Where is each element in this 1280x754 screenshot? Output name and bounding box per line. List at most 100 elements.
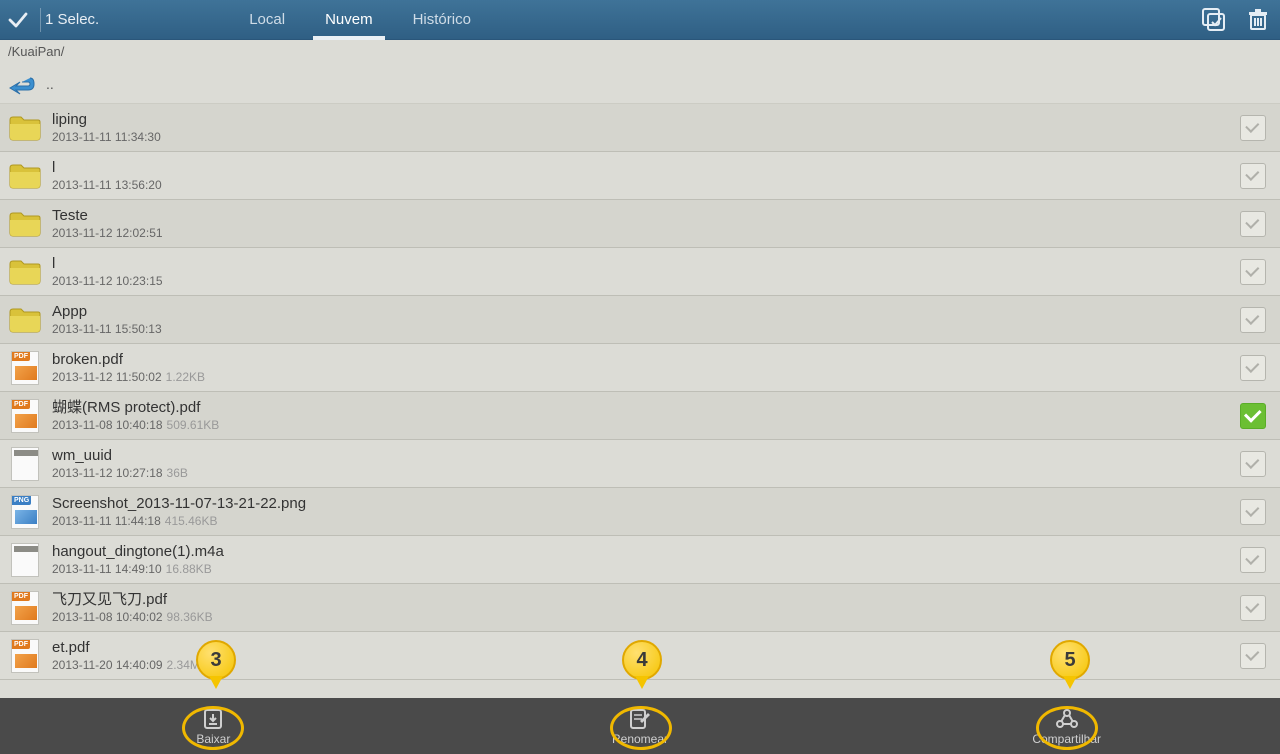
rename-action[interactable]: Renomear	[427, 698, 854, 754]
row-checkbox[interactable]	[1240, 403, 1266, 429]
file-subtitle: 2013-11-12 11:50:021.22KB	[52, 369, 1240, 385]
row-checkbox[interactable]	[1240, 211, 1266, 237]
rename-label: Renomear	[612, 732, 668, 746]
annotation-bubble-3: 3	[196, 640, 236, 680]
file-row[interactable]: PDF broken.pdf 2013-11-12 11:50:021.22KB	[0, 344, 1280, 392]
blank-icon	[8, 447, 42, 481]
delete-button[interactable]	[1242, 4, 1274, 36]
file-date: 2013-11-11 15:50:13	[52, 322, 162, 336]
file-date: 2013-11-11 11:34:30	[52, 130, 161, 144]
up-label: ..	[46, 76, 54, 92]
share-action[interactable]: Compartilhar	[853, 698, 1280, 754]
row-checkbox[interactable]	[1240, 643, 1266, 669]
share-label: Compartilhar	[1032, 732, 1101, 746]
file-row[interactable]: Appp 2013-11-11 15:50:13	[0, 296, 1280, 344]
file-date: 2013-11-08 10:40:18	[52, 418, 163, 432]
file-subtitle: 2013-11-12 10:23:15	[52, 273, 1240, 289]
share-icon	[1054, 706, 1080, 732]
download-label: Baixar	[196, 732, 230, 746]
file-name: l	[52, 255, 1240, 273]
file-row[interactable]: l 2013-11-12 10:23:15	[0, 248, 1280, 296]
file-meta: l 2013-11-12 10:23:15	[52, 255, 1240, 289]
download-action[interactable]: Baixar	[0, 698, 427, 754]
checkmark-icon	[6, 8, 30, 32]
tabs: Local Nuvem Histórico	[229, 0, 491, 40]
folder-icon	[8, 111, 42, 145]
tab-historico[interactable]: Histórico	[393, 0, 491, 40]
header-bar: 1 Selec. Local Nuvem Histórico	[0, 0, 1280, 40]
file-row[interactable]: liping 2013-11-11 11:34:30	[0, 104, 1280, 152]
file-date: 2013-11-12 12:02:51	[52, 226, 163, 240]
folder-icon	[8, 303, 42, 337]
file-meta: l 2013-11-11 13:56:20	[52, 159, 1240, 193]
pdf-icon: PDF	[8, 591, 42, 625]
file-meta: 飞刀又见飞刀.pdf 2013-11-08 10:40:02 98.36KB	[52, 591, 1240, 625]
file-row[interactable]: PDF 蝴蝶(RMS protect).pdf 2013-11-08 10:40…	[0, 392, 1280, 440]
bottom-action-bar: Baixar Renomear Compartilhar	[0, 698, 1280, 754]
file-meta: broken.pdf 2013-11-12 11:50:021.22KB	[52, 351, 1240, 385]
trash-icon	[1245, 7, 1271, 33]
breadcrumb: /KuaiPan/	[0, 40, 1280, 64]
folder-icon	[8, 159, 42, 193]
file-name: Teste	[52, 207, 1240, 225]
file-row[interactable]: wm_uuid 2013-11-12 10:27:18 36B	[0, 440, 1280, 488]
file-size: 415.46KB	[165, 514, 218, 528]
file-name: liping	[52, 111, 1240, 129]
file-subtitle: 2013-11-11 11:44:18 415.46KB	[52, 513, 1240, 529]
row-checkbox[interactable]	[1240, 355, 1266, 381]
separator	[40, 8, 41, 32]
done-checkmark-button[interactable]	[0, 0, 36, 40]
row-checkbox[interactable]	[1240, 595, 1266, 621]
pdf-icon: PDF	[8, 639, 42, 673]
file-size: 98.36KB	[167, 610, 213, 624]
file-size: 509.61KB	[167, 418, 220, 432]
file-date: 2013-11-08 10:40:02	[52, 610, 163, 624]
up-one-level[interactable]: ..	[0, 64, 1280, 104]
file-date: 2013-11-20 14:40:09	[52, 658, 163, 672]
file-date: 2013-11-12 10:27:18	[52, 466, 163, 480]
folder-icon	[8, 255, 42, 289]
file-list: liping 2013-11-11 11:34:30 l 2013-11-11 …	[0, 104, 1280, 680]
row-checkbox[interactable]	[1240, 259, 1266, 285]
tab-nuvem[interactable]: Nuvem	[305, 0, 393, 40]
file-meta: 蝴蝶(RMS protect).pdf 2013-11-08 10:40:18 5…	[52, 399, 1240, 433]
file-row[interactable]: l 2013-11-11 13:56:20	[0, 152, 1280, 200]
file-row[interactable]: Teste 2013-11-12 12:02:51	[0, 200, 1280, 248]
file-subtitle: 2013-11-11 15:50:13	[52, 321, 1240, 337]
select-all-icon	[1201, 7, 1227, 33]
select-all-button[interactable]	[1198, 4, 1230, 36]
file-name: 蝴蝶(RMS protect).pdf	[52, 399, 1240, 417]
file-subtitle: 2013-11-12 10:27:18 36B	[52, 465, 1240, 481]
header-actions	[1198, 0, 1274, 40]
pdf-icon: PDF	[8, 399, 42, 433]
file-name: 飞刀又见飞刀.pdf	[52, 591, 1240, 609]
row-checkbox[interactable]	[1240, 547, 1266, 573]
row-checkbox[interactable]	[1240, 499, 1266, 525]
folder-icon	[8, 207, 42, 241]
file-row[interactable]: hangout_dingtone(1).m4a 2013-11-11 14:49…	[0, 536, 1280, 584]
file-meta: Teste 2013-11-12 12:02:51	[52, 207, 1240, 241]
file-subtitle: 2013-11-08 10:40:02 98.36KB	[52, 609, 1240, 625]
selection-count: 1 Selec.	[45, 11, 99, 28]
row-checkbox[interactable]	[1240, 163, 1266, 189]
rename-icon	[627, 706, 653, 732]
file-size: 16.88KB	[166, 562, 212, 576]
tab-local[interactable]: Local	[229, 0, 305, 40]
file-date: 2013-11-11 13:56:20	[52, 178, 162, 192]
file-row[interactable]: PNG Screenshot_2013-11-07-13-21-22.png 2…	[0, 488, 1280, 536]
file-meta: Screenshot_2013-11-07-13-21-22.png 2013-…	[52, 495, 1240, 529]
row-checkbox[interactable]	[1240, 115, 1266, 141]
row-checkbox[interactable]	[1240, 307, 1266, 333]
file-date: 2013-11-11 14:49:10	[52, 562, 162, 576]
file-name: wm_uuid	[52, 447, 1240, 465]
file-meta: Appp 2013-11-11 15:50:13	[52, 303, 1240, 337]
file-size: 36B	[167, 466, 188, 480]
file-name: l	[52, 159, 1240, 177]
file-date: 2013-11-11 11:44:18	[52, 514, 161, 528]
row-checkbox[interactable]	[1240, 451, 1266, 477]
file-row[interactable]: PDF 飞刀又见飞刀.pdf 2013-11-08 10:40:02 98.36K…	[0, 584, 1280, 632]
file-name: Screenshot_2013-11-07-13-21-22.png	[52, 495, 1240, 513]
download-icon	[200, 706, 226, 732]
file-subtitle: 2013-11-12 12:02:51	[52, 225, 1240, 241]
file-name: hangout_dingtone(1).m4a	[52, 543, 1240, 561]
